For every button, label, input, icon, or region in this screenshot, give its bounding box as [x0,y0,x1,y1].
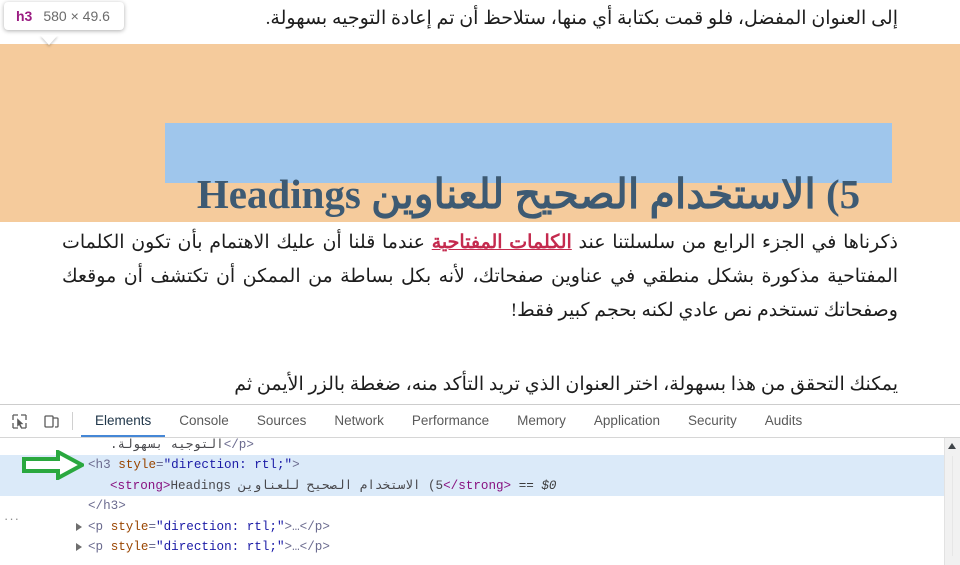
paragraph-body-text-before-link: ذكرناها في الجزء الرابع من سلسلتنا عند [571,232,898,253]
annotation-green-arrow-icon [22,448,87,485]
dom-row-h3-close[interactable]: </h3> [0,496,960,517]
devtools-tab-bar: Elements Console Sources Network Perform… [81,405,816,437]
dom-strong-close: </strong> [443,478,512,493]
inspect-element-icon[interactable] [6,408,32,434]
dom-tree-view[interactable]: التوجيه بسهولة.</p> <h3 style="direction… [0,438,960,565]
devtools-panel: Elements Console Sources Network Perform… [0,404,960,565]
dom-p2-attr-value: "direction: rtl;" [156,540,285,554]
dom-strong-text: 5) الاستخدام الصحيح للعناوين Headings [170,478,444,493]
tab-console[interactable]: Console [165,405,243,437]
dom-p1-open: <p [88,519,111,534]
devtools-toolbar: Elements Console Sources Network Perform… [0,405,960,438]
dom-p2-attr-name: style [110,540,149,554]
dom-h3-attr-name: style [118,458,157,472]
dom-p2-ellipsis: >… [284,540,300,554]
tab-security[interactable]: Security [674,405,751,437]
dom-h3-gt: > [292,458,300,472]
dom-p1-eq: = [148,519,157,534]
tab-elements[interactable]: Elements [81,405,166,437]
twisty-collapsed-icon[interactable] [76,543,82,551]
device-toolbar-icon[interactable] [38,408,64,434]
dom-h3-open: <h3 [88,458,119,472]
dom-text-arabic: التوجيه بسهولة. [110,438,224,452]
page-heading-h3: 5) الاستخدام الصحيح للعناوين Headings [196,170,861,217]
paragraph-top: إلى العنوان المفضل، فلو قمت بكتابة أي من… [265,8,898,29]
dom-gutter-ellipsis: ··· [4,511,20,526]
dom-p1-ellipsis: >… [284,519,300,534]
tab-sources[interactable]: Sources [243,405,321,437]
dom-row-h3-open[interactable]: <h3 style="direction: rtl;"> [0,455,960,476]
tab-audits[interactable]: Audits [751,405,817,437]
dom-h3-attr-value: "direction: rtl;" [163,458,293,472]
dom-selected-ref: == $0 [518,478,557,493]
toolbar-divider [72,412,73,430]
dom-row-p-1[interactable]: <p style="direction: rtl;">…</p> [0,517,960,538]
dom-h3-eq: = [156,458,164,472]
dom-p1-close: </p> [299,519,330,534]
paragraph-last: يمكنك التحقق من هذا بسهولة، اختر العنوان… [234,374,898,395]
tooltip-pointer-arrow [40,35,58,45]
tab-application[interactable]: Application [580,405,674,437]
dom-strong-open: <strong> [110,478,171,493]
paragraph-body: ذكرناها في الجزء الرابع من سلسلتنا عند ا… [0,226,960,328]
dom-row-strong[interactable]: <strong>5) الاستخدام الصحيح للعناوين Hea… [0,475,960,496]
tab-network[interactable]: Network [320,405,398,437]
tab-memory[interactable]: Memory [503,405,580,437]
dom-h3-close: </h3> [88,499,126,513]
keywords-link[interactable]: الكلمات المفتاحية [432,232,572,253]
dom-p2-eq: = [148,540,157,554]
dom-p2-close: </p> [299,540,330,554]
tooltip-tag-name: h3 [16,8,33,24]
dom-p1-attr-value: "direction: rtl;" [156,519,285,534]
dom-p2-open: <p [88,540,111,554]
dom-row-p-2[interactable]: <p style="direction: rtl;">…</p> [0,537,960,558]
devtools-scrollbar[interactable] [944,438,960,565]
dom-tag-close-p: </p> [223,438,254,452]
dom-p1-attr-name: style [110,519,149,534]
dom-row-paragraph-close[interactable]: التوجيه بسهولة.</p> [0,438,960,455]
scroll-up-arrow-icon[interactable] [948,443,956,449]
element-inspector-tooltip: h3 580 × 49.6 [4,2,124,30]
tab-performance[interactable]: Performance [398,405,503,437]
browser-page-viewport: إلى العنوان المفضل، فلو قمت بكتابة أي من… [0,0,960,404]
twisty-collapsed-icon[interactable] [76,522,82,531]
tooltip-dimensions: 580 × 49.6 [43,8,110,24]
scrollbar-track [952,456,953,556]
